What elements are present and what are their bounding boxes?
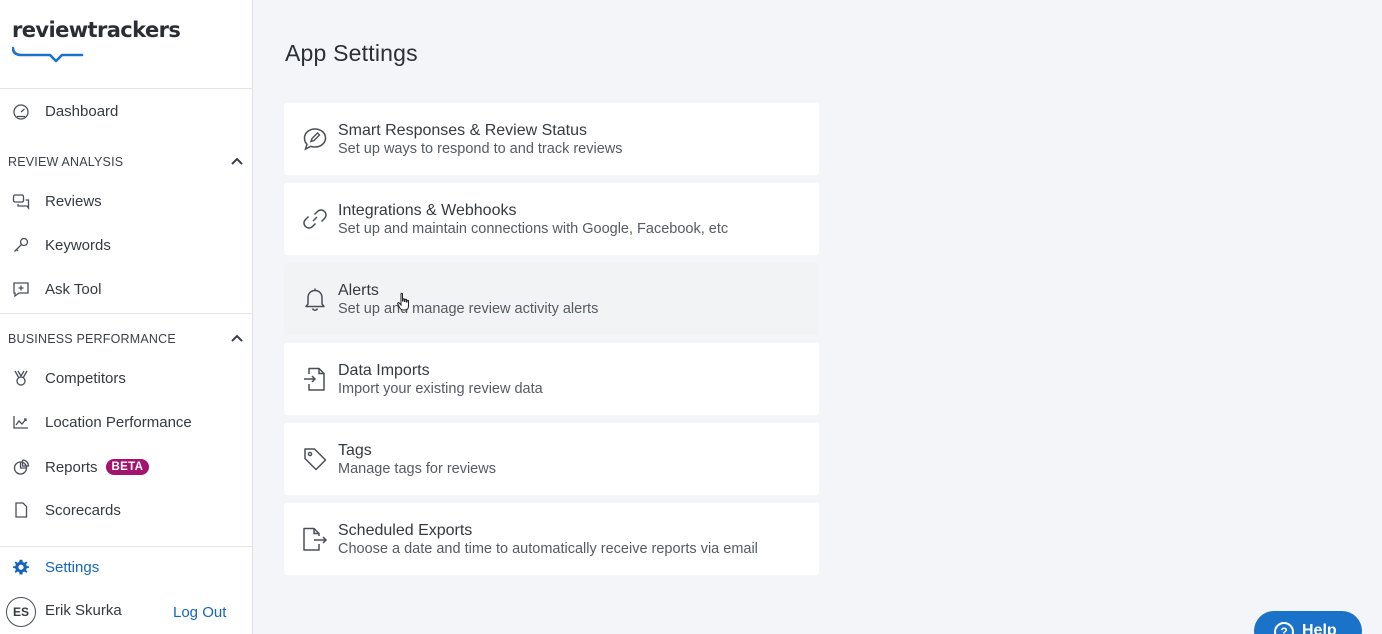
sidebar-item-label: Keywords	[45, 236, 111, 254]
medal-icon	[11, 368, 31, 388]
logo-swoosh-icon	[12, 46, 84, 63]
card-title: Tags	[338, 441, 372, 459]
sidebar-item-ask-tool[interactable]: Ask Tool	[0, 269, 252, 309]
card-description: Manage tags for reviews	[338, 460, 496, 477]
pie-chart-icon	[11, 457, 31, 477]
chat-bubbles-icon	[11, 191, 31, 211]
document-icon	[11, 500, 31, 520]
section-header-review-analysis[interactable]: REVIEW ANALYSIS	[8, 150, 244, 174]
card-title: Data Imports	[338, 361, 430, 379]
card-text: Alerts Set up and manage review activity…	[338, 281, 598, 318]
gear-icon	[11, 557, 31, 577]
card-description: Import your existing review data	[338, 380, 543, 397]
card-title: Integrations & Webhooks	[338, 201, 517, 219]
page-title: App Settings	[285, 40, 418, 66]
card-tags[interactable]: Tags Manage tags for reviews	[284, 423, 819, 495]
card-integrations-webhooks[interactable]: Integrations & Webhooks Set up and maint…	[284, 183, 819, 255]
sidebar-divider	[0, 313, 252, 314]
sidebar-item-label: Dashboard	[45, 102, 119, 120]
sidebar-item-settings[interactable]: Settings	[0, 547, 252, 587]
chat-sparkle-icon	[11, 279, 31, 299]
sidebar-item-label: Reports	[45, 458, 98, 476]
sidebar-item-location-performance[interactable]: Location Performance	[0, 402, 252, 442]
bell-icon	[302, 286, 328, 312]
card-data-imports[interactable]: Data Imports Import your existing review…	[284, 343, 819, 415]
sidebar-item-reviews[interactable]: Reviews	[0, 181, 252, 221]
card-description: Set up and manage review activity alerts	[338, 300, 599, 317]
card-text: Data Imports Import your existing review…	[338, 361, 543, 398]
trend-chart-icon	[11, 412, 31, 432]
card-alerts[interactable]: Alerts Set up and manage review activity…	[284, 263, 819, 335]
sidebar-item-keywords[interactable]: Keywords	[0, 225, 252, 265]
tag-icon	[302, 446, 328, 472]
card-text: Smart Responses & Review Status Set up w…	[338, 121, 623, 158]
card-title: Scheduled Exports	[338, 521, 473, 539]
question-icon: ?	[1274, 622, 1294, 634]
key-icon	[11, 235, 31, 255]
user-row: ES Erik Skurka Log Out	[0, 595, 252, 629]
sidebar-item-scorecards[interactable]: Scorecards	[0, 490, 252, 530]
logo-wordmark: reviewtrackers	[12, 18, 181, 42]
link-icon	[302, 206, 328, 232]
sidebar: reviewtrackers Dashboard REVIEW ANALYSIS…	[0, 0, 253, 634]
card-smart-responses[interactable]: Smart Responses & Review Status Set up w…	[284, 103, 819, 175]
help-button[interactable]: ? Help	[1254, 611, 1362, 634]
beta-badge: BETA	[105, 459, 150, 475]
section-title: REVIEW ANALYSIS	[8, 155, 124, 169]
file-export-icon	[302, 526, 328, 552]
section-header-business-performance[interactable]: BUSINESS PERFORMANCE	[8, 327, 244, 351]
section-title: BUSINESS PERFORMANCE	[8, 332, 176, 346]
card-title: Smart Responses & Review Status	[338, 121, 587, 139]
sidebar-item-label: Location Performance	[45, 413, 192, 431]
dashboard-gauge-icon	[11, 101, 31, 121]
sidebar-item-label: Reviews	[45, 192, 102, 210]
avatar[interactable]: ES	[6, 597, 36, 627]
hand-cursor-icon	[397, 292, 409, 311]
file-import-icon	[302, 366, 328, 392]
card-description: Set up and maintain connections with Goo…	[338, 220, 729, 237]
logout-link[interactable]: Log Out	[173, 604, 226, 621]
sidebar-item-label: Settings	[45, 558, 100, 576]
card-description: Set up ways to respond to and track revi…	[338, 140, 623, 157]
card-description: Choose a date and time to automatically …	[338, 540, 758, 557]
sidebar-divider	[0, 88, 252, 89]
sidebar-item-label: Competitors	[45, 369, 126, 387]
chevron-up-icon[interactable]	[230, 330, 244, 348]
card-text: Integrations & Webhooks Set up and maint…	[338, 201, 728, 238]
chevron-up-icon[interactable]	[230, 153, 244, 171]
card-scheduled-exports[interactable]: Scheduled Exports Choose a date and time…	[284, 503, 819, 575]
sidebar-item-dashboard[interactable]: Dashboard	[0, 91, 252, 131]
card-title: Alerts	[338, 281, 379, 299]
sidebar-item-competitors[interactable]: Competitors	[0, 358, 252, 398]
user-name: Erik Skurka	[45, 601, 122, 619]
chat-pencil-icon	[302, 126, 328, 152]
card-text: Tags Manage tags for reviews	[338, 441, 496, 478]
card-text: Scheduled Exports Choose a date and time…	[338, 521, 758, 558]
sidebar-item-reports[interactable]: Reports BETA	[0, 447, 252, 487]
sidebar-item-label: Scorecards	[45, 501, 121, 519]
sidebar-item-label: Ask Tool	[45, 280, 102, 298]
reviewtrackers-logo[interactable]: reviewtrackers	[12, 18, 181, 66]
help-label: Help	[1302, 622, 1337, 634]
